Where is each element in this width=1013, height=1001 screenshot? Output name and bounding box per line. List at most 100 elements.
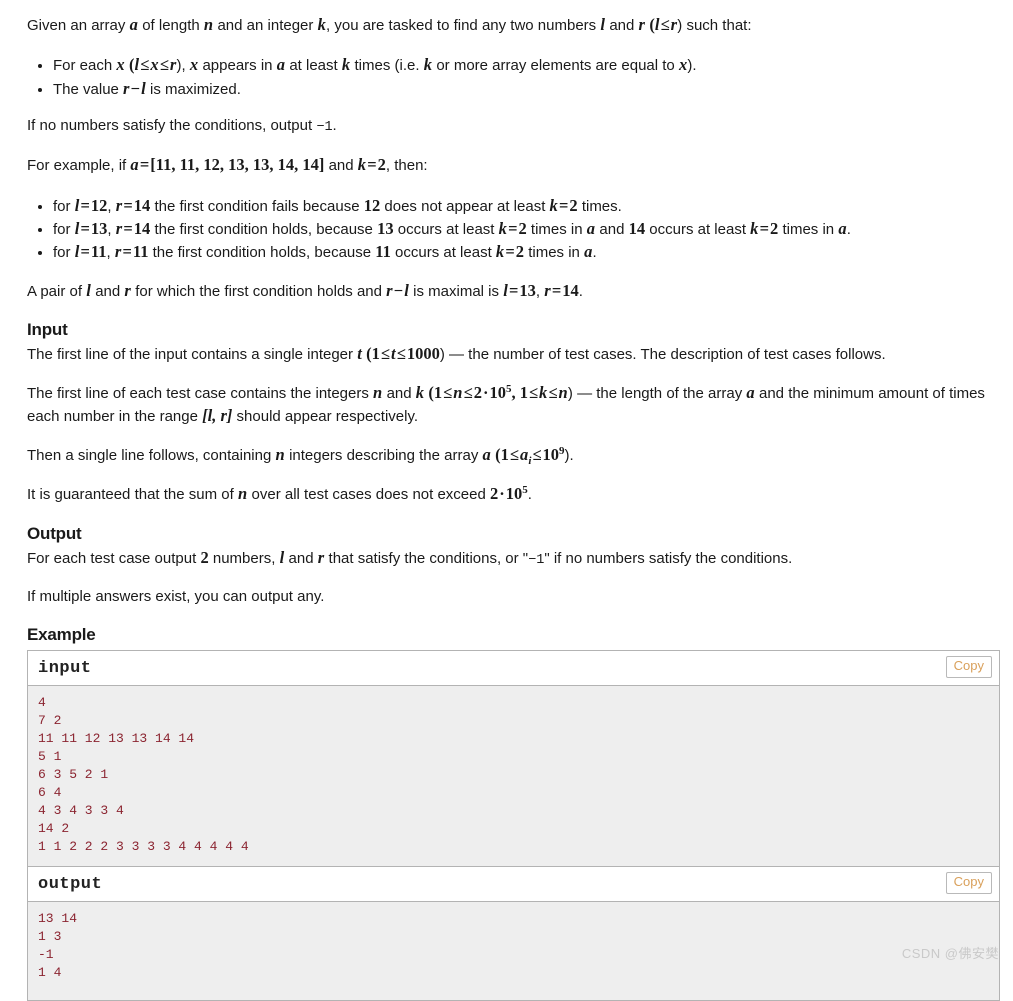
output-section-heading: Output (27, 523, 82, 543)
copy-output-button[interactable]: Copy (945, 872, 992, 894)
eq-operator: = (367, 155, 377, 175)
example-array-value: [11, 11, 12, 13, 13, 14, 14] (150, 155, 325, 175)
bullet2-period: . (846, 221, 851, 239)
cond1-text-5: ). (687, 57, 697, 75)
var-l: l (279, 547, 285, 567)
output-p1-text-2: numbers, (212, 549, 276, 567)
var-l: l (141, 78, 146, 98)
bullet2-text-5: occurs at least (649, 221, 746, 239)
input-p4-text-2: over all test cases does not exceed (251, 486, 486, 504)
eq-operator: = (505, 242, 515, 262)
le-operator: ≤ (548, 383, 558, 403)
conditions-list: For each x (l≤x≤r), x appears in a at le… (27, 53, 999, 100)
le-operator: ≤ (528, 383, 539, 403)
var-r: r (123, 78, 130, 98)
eq-operator: = (123, 219, 133, 239)
var-x: x (150, 55, 159, 75)
var-a: a (276, 55, 286, 75)
var-k: k (423, 55, 433, 75)
cdot-operator: · (499, 484, 505, 504)
cond1-text-3: times (i.e. (354, 57, 420, 75)
intro-and: and (609, 17, 635, 34)
var-k: k (498, 219, 508, 239)
k-value: 2 (377, 155, 386, 175)
var-n: n (373, 383, 383, 403)
intro-text-3: and an integer (217, 17, 314, 34)
eq-operator: = (508, 219, 518, 239)
var-r: r (386, 280, 393, 300)
example-output-block: output Copy 13 14 1 3 -1 1 4 (28, 866, 999, 1001)
bullet3-r-value: 11 (132, 242, 149, 262)
n-max-base: 10 (489, 383, 506, 403)
bullet2-text-3: times in (530, 221, 583, 239)
var-n: n (237, 484, 248, 504)
eq-operator: = (759, 219, 770, 239)
bullet1-num: 12 (363, 195, 381, 215)
no-numbers-text: If no numbers satisfy the conditions, ou… (27, 117, 313, 135)
ex-intro-and: and (328, 157, 354, 175)
output-p1-text-1: For each test case output (27, 549, 197, 567)
bullet1-comma: , (107, 197, 112, 215)
var-k: k (750, 219, 759, 239)
sum-max-base: 10 (505, 484, 523, 504)
example-bullet-3: for l=11, r=11 the first condition holds… (53, 240, 999, 263)
bullet1-text-3: times. (581, 197, 622, 215)
pair-text-1: A pair of (27, 282, 83, 300)
output-sample-content: 13 14 1 3 -1 1 4 (28, 902, 999, 1001)
var-a: a (838, 219, 847, 239)
bullet3-k-value: 2 (515, 242, 525, 262)
intro-close: ) such that: (677, 17, 752, 34)
ex-intro-text-1: For example, if (27, 157, 127, 175)
input-p2-text-2: — the length of the array (577, 385, 743, 403)
condition-item-2: The value r−l is maximized. (53, 77, 999, 100)
var-n: n (275, 445, 285, 465)
var-n: n (453, 383, 463, 403)
var-k: k (317, 15, 327, 34)
var-a: a (584, 242, 593, 262)
input-p3-close: ). (564, 447, 574, 465)
copy-input-button[interactable]: Copy (945, 656, 992, 678)
example-container: input Copy 4 7 2 11 11 12 13 13 14 14 5 … (27, 650, 1000, 1001)
var-a: a (586, 219, 596, 239)
example-bullets-list: for l=12, r=14 the first condition fails… (27, 194, 999, 264)
bullet2-num: 13 (377, 219, 394, 239)
bullet1-text-1: the first condition fails because (154, 197, 360, 215)
bullet3-period: . (592, 244, 597, 262)
condition-item-1: For each x (l≤x≤r), x appears in a at le… (53, 53, 999, 76)
input-p1-text-1: The first line of the input contains a s… (27, 346, 354, 364)
eq-operator: = (558, 195, 569, 215)
cond2-text-1: is maximized. (150, 80, 241, 98)
bullet1-text-2: does not appear at least (384, 197, 546, 215)
bullet2-l-value: 13 (90, 219, 108, 239)
var-n: n (203, 15, 214, 34)
input-paragraph-2: The first line of each test case contain… (27, 382, 999, 427)
cond1-text-4: or more array elements are equal to (436, 57, 675, 75)
cond1-prefix: For each (53, 57, 113, 75)
le-operator: ≤ (140, 55, 150, 75)
example-bullet-1: for l=12, r=14 the first condition fails… (53, 194, 999, 217)
intro-paragraph: Given an array a of length n and an inte… (27, 14, 999, 36)
eq-operator: = (551, 280, 562, 300)
output-count: 2 (200, 547, 209, 567)
var-k: k (341, 55, 351, 75)
bullet2-comma: , (107, 221, 112, 239)
input-p4-text-1: It is guaranteed that the sum of (27, 486, 234, 504)
input-p1-text-2: — the number of test cases. The descript… (449, 346, 886, 364)
input-paragraph-3: Then a single line follows, containing n… (27, 444, 999, 467)
input-paragraph-1: The first line of the input contains a s… (27, 343, 999, 365)
var-a: a (130, 155, 139, 175)
le-operator: ≤ (159, 55, 169, 75)
output-paragraph-2: If multiple answers exist, you can outpu… (27, 587, 325, 605)
le-operator: ≤ (443, 383, 453, 403)
no-numbers-paragraph: If no numbers satisfy the conditions, ou… (27, 116, 999, 137)
cond1-comma: , (181, 57, 186, 75)
input-p1-close: ) (439, 346, 445, 364)
le-operator: ≤ (396, 344, 406, 364)
bullet2-k-value: 2 (518, 219, 527, 239)
var-l: l (86, 280, 92, 300)
var-a: a (129, 15, 139, 34)
var-a: a (746, 383, 755, 403)
var-r: r (638, 15, 646, 34)
bullet1-for: for (53, 197, 71, 215)
bullet3-comma: , (106, 244, 111, 262)
